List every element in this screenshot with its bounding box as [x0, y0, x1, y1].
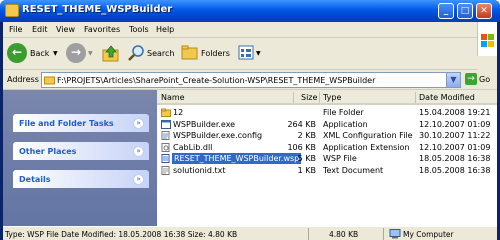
file-size: 1 KB: [297, 165, 316, 175]
minimize-button[interactable]: _: [438, 3, 454, 19]
column-name[interactable]: Name: [161, 93, 185, 102]
status-info: Type: WSP File Date Modified: 18.05.2008…: [5, 230, 238, 239]
file-date-modified: 15.04.2008 19:21: [419, 108, 491, 117]
file-type: Text Document: [323, 165, 384, 175]
file-type: WSP File: [323, 154, 357, 163]
file-row[interactable]: WSPBuilder.exe.config 2 KB XML Configurati…: [157, 130, 497, 141]
file-name: solutionid.txt: [173, 165, 226, 175]
views-icon[interactable]: [238, 45, 254, 61]
status-divider: [383, 228, 384, 240]
back-dropdown-icon[interactable]: ▼: [53, 42, 58, 66]
go-button-label[interactable]: Go: [479, 75, 490, 84]
menu-favorites[interactable]: Favorites: [84, 25, 120, 34]
menu-edit[interactable]: Edit: [32, 25, 48, 34]
folder-icon: [44, 76, 55, 85]
file-date-modified: 18.05.2008 16:38: [419, 154, 491, 163]
chevron-down-icon[interactable]: »: [133, 118, 144, 129]
folders-icon[interactable]: [181, 45, 199, 61]
forward-dropdown-icon[interactable]: ▼: [88, 42, 93, 66]
back-arrow-icon[interactable]: ←: [7, 43, 27, 63]
status-location: My Computer: [403, 230, 454, 239]
file-date-modified: 12.10.2007 01:09: [419, 119, 491, 129]
address-dropdown-icon[interactable]: ▼: [446, 73, 460, 87]
file-size: 5 KB: [297, 154, 316, 163]
file-name: WSPBuilder.exe.config: [173, 131, 263, 140]
column-header: Name Size Type Date Modified: [157, 90, 497, 105]
file-name: 12: [173, 108, 184, 117]
folders-button-label[interactable]: Folders: [201, 42, 230, 66]
panel-title: Other Places: [19, 147, 77, 156]
folder-icon: [161, 108, 171, 117]
search-button-label[interactable]: Search: [147, 42, 174, 66]
back-button-label[interactable]: Back: [30, 42, 49, 66]
search-icon[interactable]: [127, 44, 145, 62]
folder-icon: [5, 4, 19, 17]
menu-help[interactable]: Help: [156, 25, 174, 34]
file-name: RESET_THEME_WSPBuilder.wsp: [172, 153, 302, 164]
address-label: Address: [7, 75, 39, 84]
windows-logo-icon: [477, 22, 497, 56]
file-row[interactable]: WSPBuilder.exe 264 KB Application 12.10.200…: [157, 119, 497, 130]
chevron-down-icon[interactable]: »: [133, 146, 144, 157]
dll-icon: [161, 142, 170, 152]
file-size: 264 KB: [287, 119, 316, 129]
title-bar[interactable]: RESET_THEME_WSPBuilder _ □ ✕: [0, 0, 500, 22]
go-arrow-icon[interactable]: →: [465, 73, 477, 85]
menu-file[interactable]: File: [9, 25, 22, 34]
file-size: 106 KB: [287, 142, 316, 152]
views-dropdown-icon[interactable]: ▼: [256, 42, 261, 66]
file-row[interactable]: solutionid.txt 1 KB Text Document 18.05.200…: [157, 165, 497, 176]
maximize-button[interactable]: □: [457, 3, 473, 19]
config-icon: [161, 131, 170, 140]
status-bar: Type: WSP File Date Modified: 18.05.2008…: [3, 226, 497, 240]
column-divider[interactable]: [293, 92, 294, 103]
column-type[interactable]: Type: [323, 93, 341, 102]
column-divider[interactable]: [415, 92, 416, 103]
address-input[interactable]: F:\PROJETS\Articles\SharePoint_Create-So…: [41, 72, 461, 88]
chevron-down-icon[interactable]: »: [133, 174, 144, 185]
forward-arrow-icon[interactable]: →: [66, 43, 86, 63]
file-date-modified: 12.10.2007 01:09: [419, 142, 491, 152]
panel-title: File and Folder Tasks: [19, 119, 114, 128]
window-client: File Edit View Favorites Tools Help ← Ba…: [3, 22, 497, 240]
column-date-modified[interactable]: Date Modified: [419, 93, 475, 102]
my-computer-icon: [389, 229, 401, 239]
status-divider: [308, 228, 309, 240]
text-file-icon: [161, 165, 170, 175]
file-name: WSPBuilder.exe: [173, 119, 236, 129]
wsp-icon: [161, 154, 170, 163]
file-size: 2 KB: [297, 131, 316, 140]
address-path: F:\PROJETS\Articles\SharePoint_Create-So…: [57, 76, 376, 85]
file-date-modified: 30.10.2007 11:22: [419, 131, 491, 140]
status-size: 4.80 KB: [329, 230, 359, 239]
address-bar: Address F:\PROJETS\Articles\SharePoint_C…: [3, 70, 497, 90]
window-title: RESET_THEME_WSPBuilder: [22, 4, 173, 15]
menu-tools[interactable]: Tools: [129, 25, 149, 34]
file-name: CabLib.dll: [173, 142, 213, 152]
panel-other-places[interactable]: Other Places »: [13, 142, 149, 160]
explorer-window: RESET_THEME_WSPBuilder _ □ ✕ File Edit V…: [0, 0, 500, 240]
exe-icon: [161, 119, 171, 129]
file-type: Application Extension: [323, 142, 410, 152]
column-size[interactable]: Size: [301, 93, 317, 102]
file-row[interactable]: 12 File Folder 15.04.2008 19:21: [157, 107, 497, 118]
panel-file-and-folder-tasks[interactable]: File and Folder Tasks »: [13, 114, 149, 132]
file-type: Application: [323, 119, 368, 129]
file-row[interactable]: RESET_THEME_WSPBuilder.wsp 5 KB WSP File 18…: [157, 153, 497, 164]
file-row[interactable]: CabLib.dll 106 KB Application Extension 12.…: [157, 142, 497, 153]
file-date-modified: 18.05.2008 16:38: [419, 165, 491, 175]
menu-bar: File Edit View Favorites Tools Help: [3, 22, 477, 38]
task-pane: File and Folder Tasks » Other Places » D…: [3, 90, 157, 226]
up-folder-icon[interactable]: [102, 44, 120, 62]
menu-view[interactable]: View: [56, 25, 75, 34]
panel-details[interactable]: Details »: [13, 170, 149, 188]
column-divider[interactable]: [319, 92, 320, 103]
close-button[interactable]: ✕: [476, 3, 492, 19]
toolbar: ← Back ▼ → ▼ Search Folders ▼: [3, 38, 477, 70]
file-list: Name Size Type Date Modified 12 File Fold…: [157, 90, 497, 226]
file-type: File Folder: [323, 108, 364, 117]
panel-title: Details: [19, 175, 51, 184]
file-type: XML Configuration File: [323, 131, 413, 140]
